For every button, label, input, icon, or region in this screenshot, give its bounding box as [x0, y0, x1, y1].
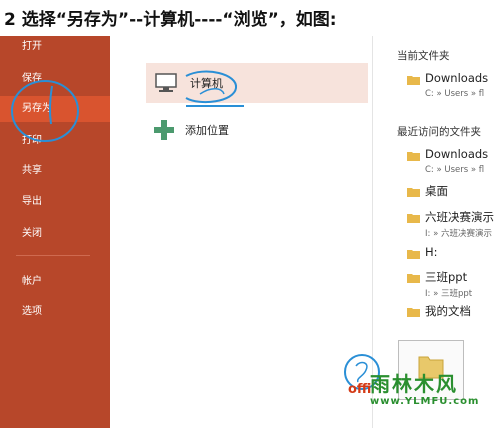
sidebar-item-share[interactable]: 共享	[0, 158, 110, 184]
folder-icon	[407, 308, 420, 317]
backstage-sidebar: 打开 保存 另存为 打印 共享 导出 关闭 帐户 选项	[0, 36, 110, 428]
folder-name: 桌面	[425, 184, 448, 198]
watermark-logo: 雨林木风	[370, 372, 458, 396]
sidebar-item-print[interactable]: 打印	[0, 128, 110, 154]
folder-item[interactable]: Downloads C: » Users » fl	[403, 70, 503, 104]
folder-name: 我的文档	[425, 304, 471, 318]
folder-name: 三班ppt	[425, 270, 468, 284]
recent-folders-title: 最近访问的文件夹	[397, 126, 481, 138]
sidebar-item-options[interactable]: 选项	[0, 299, 110, 325]
folder-path: I: » 三班ppt	[425, 289, 473, 299]
folder-name: Downloads	[425, 147, 489, 161]
folder-icon	[407, 76, 420, 85]
sidebar-item-save[interactable]: 保存	[0, 66, 110, 92]
location-computer[interactable]: 计算机	[146, 63, 368, 103]
folder-name: 六班决赛演示	[425, 210, 494, 224]
folder-item[interactable]: 三班ppt I: » 三班ppt	[403, 268, 503, 302]
folder-icon	[407, 188, 420, 197]
plus-icon	[153, 119, 175, 141]
sidebar-item-label: 帐户	[22, 276, 42, 287]
sidebar-item-label: 打开	[22, 41, 42, 52]
sidebar-item-label: 另存为	[22, 103, 52, 114]
folder-path: I: » 六班决赛演示	[425, 229, 492, 239]
watermark: offi 雨林木风 www.YLMFU.com	[348, 368, 498, 422]
office-text: offi	[348, 382, 372, 397]
folder-icon	[407, 152, 420, 161]
save-locations-panel: 计算机 添加位置	[110, 36, 372, 428]
computer-icon	[152, 72, 180, 94]
sidebar-item-account[interactable]: 帐户	[0, 269, 110, 295]
folder-icon	[407, 274, 420, 283]
folder-icon	[407, 214, 420, 223]
folder-path: C: » Users » fl	[425, 165, 485, 175]
sidebar-item-export[interactable]: 导出	[0, 189, 110, 215]
caption-text: 2 选择“另存为”--计算机----“浏览”，如图:	[4, 10, 337, 30]
sidebar-divider	[16, 255, 90, 256]
sidebar-item-label: 打印	[22, 135, 42, 146]
folder-item[interactable]: Downloads C: » Users » fl	[403, 146, 503, 180]
sidebar-item-label: 保存	[22, 73, 42, 84]
sidebar-item-label: 导出	[22, 196, 42, 207]
sidebar-item-label: 关闭	[22, 228, 42, 239]
sidebar-item-open[interactable]: 打开	[0, 36, 110, 60]
folder-item[interactable]: 六班决赛演示 I: » 六班决赛演示	[403, 208, 503, 242]
watermark-url: www.YLMFU.com	[370, 396, 480, 407]
sidebar-item-label: 选项	[22, 306, 42, 317]
folder-icon	[407, 250, 420, 259]
folder-path: C: » Users » fl	[425, 89, 485, 99]
sidebar-item-save-as[interactable]: 另存为	[0, 96, 110, 122]
location-label: 计算机	[190, 77, 223, 90]
current-folder-title: 当前文件夹	[397, 50, 450, 62]
sidebar-item-close[interactable]: 关闭	[0, 221, 110, 247]
folder-item[interactable]: 我的文档	[403, 302, 503, 336]
tutorial-caption: 2 选择“另存为”--计算机----“浏览”，如图:	[0, 0, 503, 36]
folder-name: Downloads	[425, 71, 489, 85]
folder-name: H:	[425, 245, 438, 259]
sidebar-item-label: 共享	[22, 165, 42, 176]
location-add-place[interactable]: 添加位置	[146, 110, 368, 150]
location-label: 添加位置	[185, 124, 229, 137]
